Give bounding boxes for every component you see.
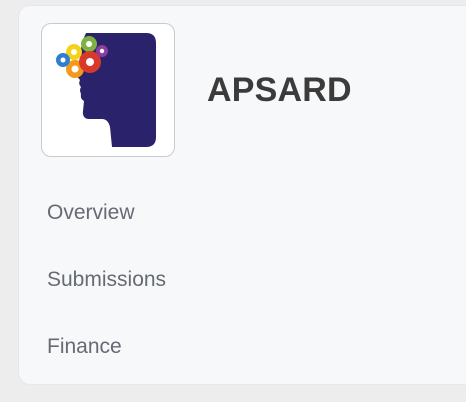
sidebar-item-overview[interactable]: Overview — [47, 201, 166, 268]
head-gears-logo-icon — [56, 33, 156, 147]
sidebar-item-submissions[interactable]: Submissions — [47, 268, 166, 335]
sidebar-item-finance[interactable]: Finance — [47, 335, 166, 402]
sidebar-header: APSARD — [41, 23, 352, 157]
sidebar-panel: APSARD Overview Submissions Finance — [18, 5, 466, 385]
sidebar-nav: Overview Submissions Finance — [47, 201, 166, 402]
app-title: APSARD — [207, 70, 352, 109]
app-logo[interactable] — [41, 23, 175, 157]
